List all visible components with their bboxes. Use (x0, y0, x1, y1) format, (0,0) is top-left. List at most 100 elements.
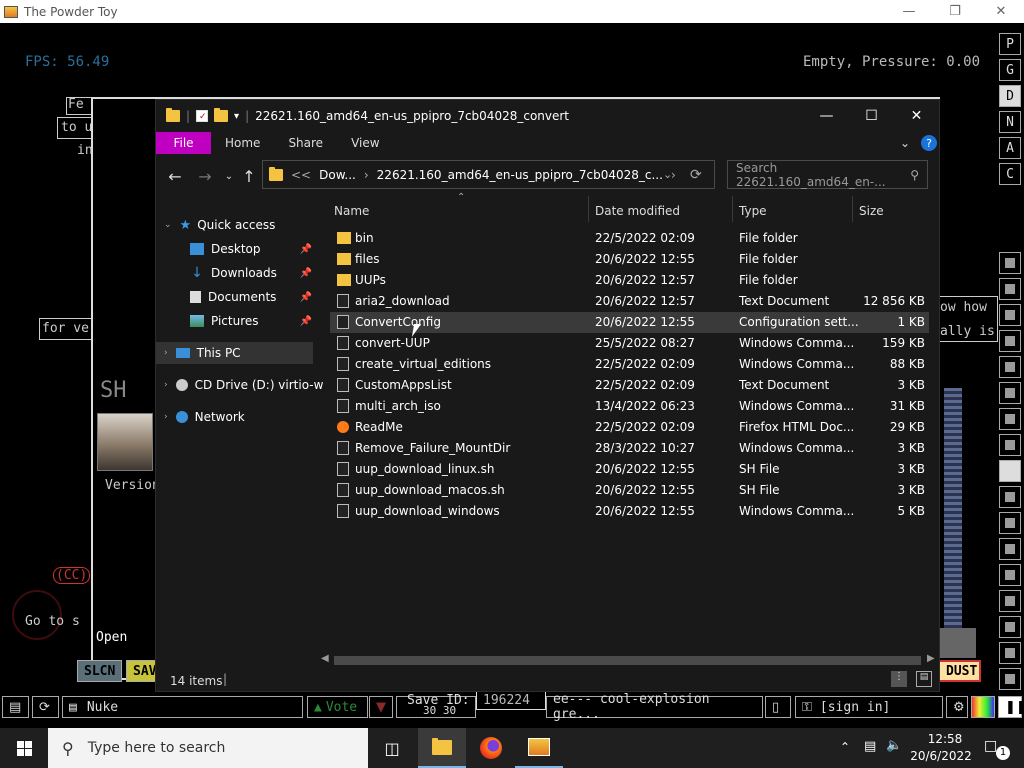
scroll-right-icon[interactable]: ▶ (927, 653, 935, 664)
tab-home[interactable]: Home (211, 132, 274, 154)
newtonian-button-n[interactable]: N (999, 111, 1021, 133)
sidebar-item-this-pc[interactable]: › This PC (156, 342, 313, 364)
tool-icon[interactable] (999, 564, 1021, 586)
table-row[interactable]: bin 22/5/2022 02:09 File folder (330, 228, 929, 249)
reload-icon[interactable]: ⟳ (32, 696, 59, 718)
minimize-button[interactable]: — (804, 100, 849, 132)
minimize-button[interactable]: — (886, 0, 932, 23)
save-id-value[interactable]: 196224 (476, 690, 546, 710)
expand-ribbon-icon[interactable]: ⌄ (900, 136, 910, 150)
table-row[interactable]: ReadMe 22/5/2022 02:09 Firefox HTML Doc...… (330, 417, 929, 438)
tool-icon[interactable] (999, 382, 1021, 404)
column-header-size[interactable]: Size (859, 200, 884, 222)
back-arrow-icon[interactable]: ← (165, 166, 185, 186)
pause-button-p[interactable]: P (999, 33, 1021, 55)
air-button-a[interactable]: A (999, 137, 1021, 159)
table-row[interactable]: CustomAppsList 22/5/2022 02:09 Text Docume… (330, 375, 929, 396)
maximize-button[interactable]: ☐ (849, 100, 894, 132)
breadcrumb-item[interactable]: 22621.160_amd64_en-us_ppipro_7cb04028_c.… (377, 168, 663, 182)
help-icon[interactable]: ? (921, 135, 937, 151)
column-header-name[interactable]: Name (334, 200, 369, 222)
column-header-date[interactable]: Date modified (595, 200, 680, 222)
recent-locations-icon[interactable]: ⌄ (219, 166, 239, 186)
sidebar-item-desktop[interactable]: Desktop 📌 (190, 238, 314, 260)
table-row[interactable]: uup_download_linux.sh 20/6/2022 12:55 SH F… (330, 459, 929, 480)
tool-icon[interactable] (999, 408, 1021, 430)
network-icon[interactable]: ▤ (864, 739, 876, 754)
customize-chevron-icon[interactable]: ▾ (234, 111, 239, 122)
scroll-left-icon[interactable]: ◀ (321, 653, 329, 664)
open-button[interactable]: Open (96, 630, 127, 645)
tab-share[interactable]: Share (274, 132, 337, 154)
windows-start-icon[interactable] (0, 728, 48, 768)
element-dust[interactable]: DUST (938, 660, 981, 682)
file-explorer-taskbar-icon[interactable] (418, 728, 466, 768)
sign-in-button[interactable]: ⚿ [sign in] (795, 696, 943, 718)
vote-up-button[interactable]: ▲ Vote (307, 696, 368, 718)
display-button-d[interactable]: D (999, 85, 1021, 107)
element-slcn[interactable]: SLCN (77, 660, 122, 682)
sidebar-item-downloads[interactable]: ↓ Downloads 📌 (190, 262, 314, 284)
open-save-icon[interactable]: ▤ (2, 696, 29, 718)
tool-icon[interactable] (999, 486, 1021, 508)
large-icons-view-icon[interactable]: ▤ (916, 671, 932, 687)
refresh-icon[interactable]: ⟳ (690, 167, 702, 183)
tool-icon[interactable] (999, 304, 1021, 326)
pause-icon[interactable]: ❚❚ (998, 696, 1024, 718)
close-button[interactable]: ✕ (978, 0, 1024, 23)
column-header-type[interactable]: Type (739, 200, 767, 222)
clock-date[interactable]: 20/6/2022 (910, 749, 972, 763)
volume-muted-icon[interactable]: 🔈 (886, 738, 902, 753)
table-row[interactable]: convert-UUP 25/5/2022 08:27 Windows Comma.… (330, 333, 929, 354)
tool-icon[interactable] (999, 252, 1021, 274)
details-view-icon[interactable]: ⋮ (891, 671, 907, 687)
vote-down-button[interactable]: ▼ (369, 696, 393, 718)
tool-icon[interactable] (999, 278, 1021, 300)
table-row[interactable]: create_virtual_editions 22/5/2022 02:09 Wi… (330, 354, 929, 375)
search-input[interactable]: Search 22621.160_amd64_en-... ⚲ (727, 160, 928, 189)
tool-icon[interactable] (999, 460, 1021, 482)
color-button-c[interactable]: C (999, 163, 1021, 185)
table-row[interactable]: Remove_Failure_MountDir 28/3/2022 10:27 Wi… (330, 438, 929, 459)
tab-file[interactable]: File (156, 132, 211, 154)
gravity-button-g[interactable]: G (999, 59, 1021, 81)
firefox-icon[interactable] (467, 728, 515, 768)
tab-view[interactable]: View (337, 132, 393, 154)
sidebar-item-documents[interactable]: Documents 📌 (190, 286, 314, 308)
report-icon[interactable]: ▯ (765, 696, 791, 718)
maximize-button[interactable]: ❐ (932, 0, 978, 23)
horizontal-scrollbar[interactable]: ◀ ▶ (321, 652, 939, 668)
tool-icon[interactable] (999, 642, 1021, 664)
properties-icon[interactable]: ✓ (196, 110, 209, 122)
table-row[interactable]: uup_download_macos.sh 20/6/2022 12:55 SH F… (330, 480, 929, 501)
tool-icon[interactable] (999, 512, 1021, 534)
tool-icon[interactable] (999, 330, 1021, 352)
address-dropdown-icon[interactable]: ⌄ (663, 168, 672, 181)
task-view-icon[interactable]: ◫ (368, 728, 416, 768)
tool-icon[interactable] (999, 434, 1021, 456)
tool-icon[interactable] (999, 668, 1021, 690)
sidebar-item-cd-drive[interactable]: › CD Drive (D:) virtio-w (164, 374, 323, 396)
settings-icon[interactable]: ⚙ (946, 696, 968, 718)
table-row[interactable]: files 20/6/2022 12:55 File folder (330, 249, 929, 270)
sidebar-item-quick-access[interactable]: ⌄ ★ Quick access (164, 214, 275, 236)
clock-time[interactable]: 12:58 (920, 732, 970, 746)
sidebar-item-network[interactable]: › Network (164, 406, 245, 428)
tool-icon[interactable] (999, 538, 1021, 560)
tool-icon[interactable] (999, 616, 1021, 638)
table-row[interactable]: uup_download_windows 20/6/2022 12:55 Windo… (330, 501, 929, 522)
up-arrow-icon[interactable]: ↑ (239, 166, 259, 186)
taskbar-search-input[interactable]: ⚲ Type here to search (48, 728, 368, 768)
table-row[interactable]: UUPs 20/6/2022 12:57 File folder (330, 270, 929, 291)
element-sav[interactable]: SAV (126, 660, 156, 682)
powder-toy-taskbar-icon[interactable] (515, 728, 563, 768)
address-bar[interactable]: << Dow... › 22621.160_amd64_en-us_ppipro… (262, 160, 715, 189)
tool-icon[interactable] (999, 590, 1021, 612)
new-folder-icon[interactable] (214, 108, 229, 122)
save-name-field[interactable]: ▤ Nuke (62, 696, 303, 718)
breadcrumb-item[interactable]: Dow... (319, 168, 356, 182)
show-hidden-icons-icon[interactable]: ⌃ (840, 740, 850, 754)
close-button[interactable]: ✕ (894, 100, 939, 132)
breadcrumb-overflow[interactable]: << (291, 168, 311, 182)
color-icon[interactable] (971, 696, 995, 718)
